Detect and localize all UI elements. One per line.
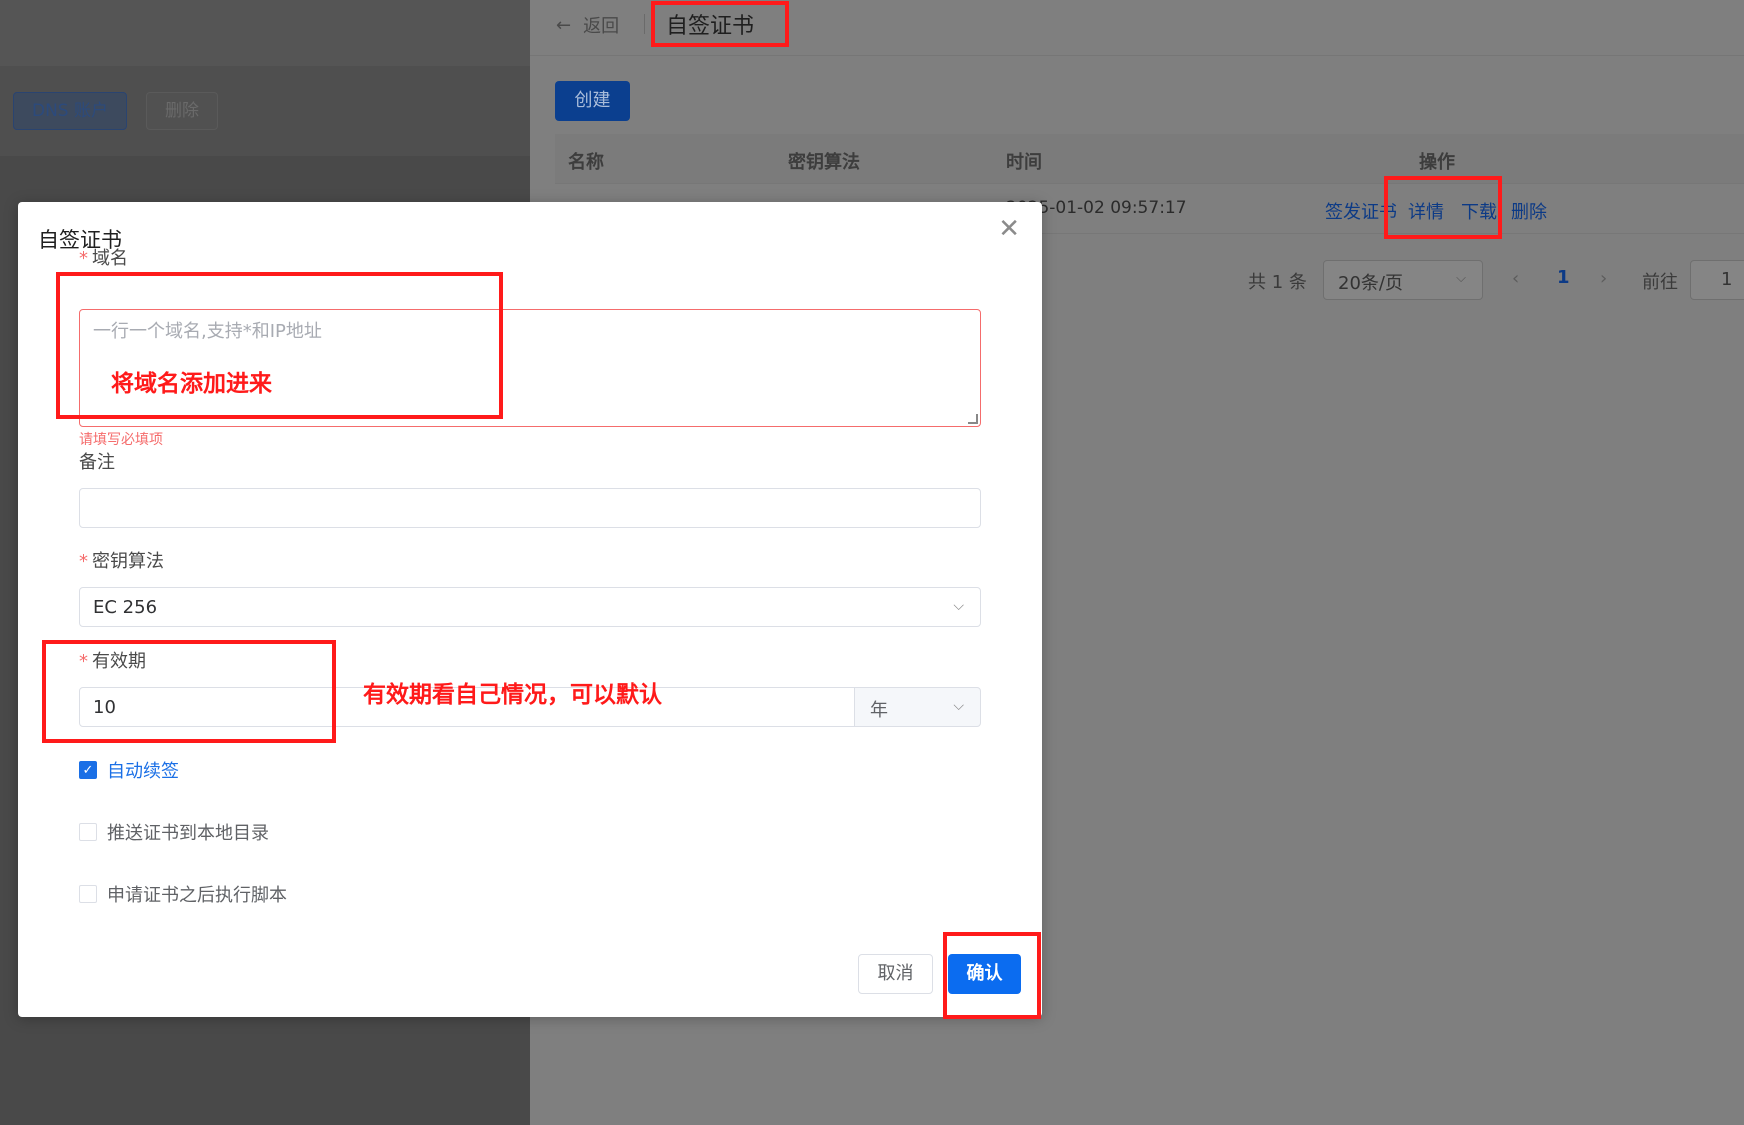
run-script-checkbox[interactable]: 申请证书之后执行脚本 [79,881,287,907]
goto-label: 前往 [1642,272,1678,293]
header-divider [644,14,645,34]
column-time: 时间 [1006,152,1042,173]
annotation-domain-note: 将域名添加进来 [111,371,272,397]
delete-link[interactable]: 删除 [1511,198,1547,224]
checkmark-icon[interactable]: ✓ [79,761,97,779]
annotation-box-title [651,1,789,47]
annotation-box-validity [42,640,336,743]
table-header: 名称 密钥算法 时间 操作 [555,134,1744,184]
page-size-select[interactable]: 20条/页 ⌵ [1323,260,1483,300]
required-asterisk: * [79,551,88,572]
cancel-button[interactable]: 取消 [858,954,933,994]
remark-label: 备注 [79,452,115,473]
chevron-down-icon: ⌵ [1456,271,1466,286]
validity-unit-value: 年 [870,700,888,721]
column-actions: 操作 [1419,152,1455,173]
domain-label: * 域名 [79,244,128,270]
column-name: 名称 [568,152,604,173]
annotation-box-issue [1384,176,1502,239]
dns-account-button[interactable]: DNS 账户 [13,92,128,130]
annotation-box-confirm [943,932,1041,1019]
back-link[interactable]: ← 返回 [556,12,619,38]
close-icon[interactable]: ✕ [998,216,1020,242]
algorithm-select[interactable]: EC 256 ⌵ [79,587,981,627]
back-label: 返回 [583,16,620,37]
push-local-label: 推送证书到本地目录 [107,823,269,844]
page-size-value: 20条/页 [1338,273,1403,294]
column-algorithm: 密钥算法 [788,152,860,173]
goto-page-input[interactable]: 1 [1690,260,1744,300]
chevron-right-icon[interactable]: › [1600,268,1607,289]
arrow-left-icon: ← [556,14,572,36]
chevron-left-icon[interactable]: ‹ [1512,268,1519,289]
resize-handle-icon[interactable] [968,414,978,424]
chevron-down-icon: ⌵ [953,598,964,614]
validity-unit-select[interactable]: 年 ⌵ [854,687,981,727]
current-page[interactable]: 1 [1557,267,1570,288]
chevron-down-icon: ⌵ [953,698,964,714]
checkbox-box[interactable] [79,823,97,841]
required-asterisk: * [79,248,88,269]
algorithm-value: EC 256 [93,597,158,618]
run-script-label: 申请证书之后执行脚本 [107,885,287,906]
remark-input[interactable] [79,488,981,528]
checkbox-box[interactable] [79,885,97,903]
push-local-checkbox[interactable]: 推送证书到本地目录 [79,819,269,845]
annotation-validity-note: 有效期看自己情况，可以默认 [363,682,662,708]
auto-renew-label: 自动续签 [107,761,179,782]
goto-page-value: 1 [1721,269,1733,290]
algorithm-label-text: 密钥算法 [92,551,164,572]
pagination-total: 共 1 条 [1248,272,1307,293]
algorithm-label: * 密钥算法 [79,547,164,573]
background-topbar [0,0,530,66]
create-button[interactable]: 创建 [555,81,630,121]
domain-label-text: 域名 [92,248,128,269]
auto-renew-checkbox[interactable]: ✓ 自动续签 [79,757,179,783]
background-delete-button[interactable]: 删除 [146,92,218,130]
domain-error-message: 请填写必填项 [79,432,163,448]
